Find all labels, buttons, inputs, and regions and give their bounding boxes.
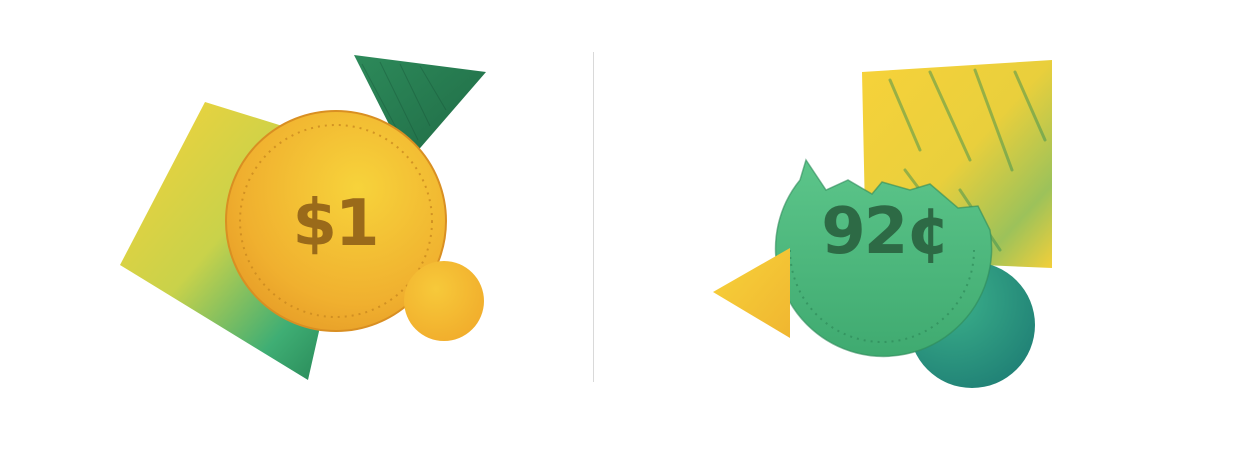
cents-coin-label: 92¢ (821, 195, 951, 269)
small-gold-circle (404, 261, 484, 341)
cents-illustration: 92¢ (620, 0, 1220, 472)
dollar-illustration: $1 (0, 0, 600, 472)
illustration-canvas: $1 92¢ (0, 0, 1236, 472)
vertical-divider (593, 52, 594, 382)
dollar-coin-label: $1 (292, 187, 379, 261)
yellow-triangle-shape (713, 248, 790, 338)
